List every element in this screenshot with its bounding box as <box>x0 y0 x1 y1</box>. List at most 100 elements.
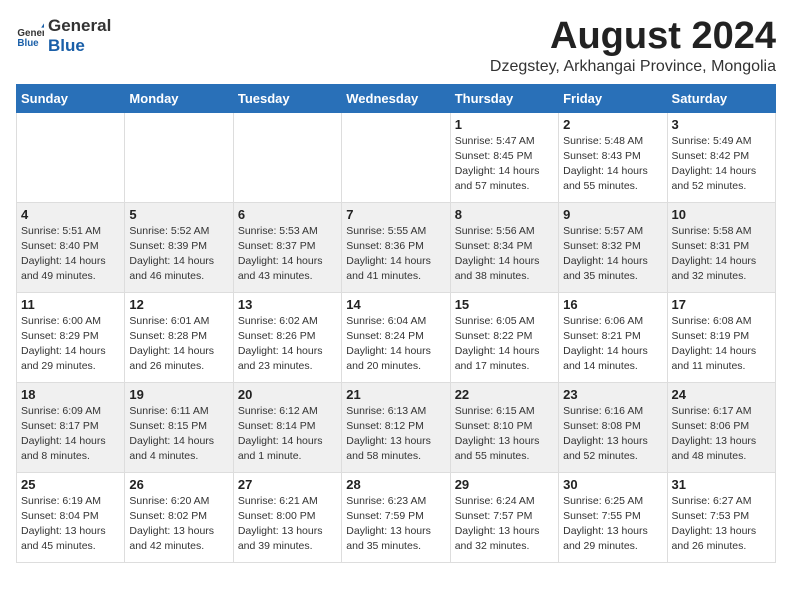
calendar-cell: 17 Sunrise: 6:08 AMSunset: 8:19 PMDayligh… <box>667 292 775 382</box>
logo: General Blue General Blue <box>16 16 111 55</box>
calendar-cell: 18Sunrise: 6:09 AMSunset: 8:17 PMDayligh… <box>17 382 125 472</box>
day-number: 7 <box>346 207 445 222</box>
calendar-cell: 12 Sunrise: 6:01 AMSunset: 8:28 PMDayligh… <box>125 292 233 382</box>
calendar-cell: 3 Sunrise: 5:49 AMSunset: 8:42 PMDaylight… <box>667 112 775 202</box>
day-number: 22 <box>455 387 554 402</box>
page-header: General Blue General Blue August 2024 Dz… <box>16 16 776 76</box>
day-number: 14 <box>346 297 445 312</box>
day-info: Sunrise: 6:19 AMSunset: 8:04 PMDaylight:… <box>21 494 120 555</box>
calendar-cell: 10Sunrise: 5:58 AMSunset: 8:31 PMDayligh… <box>667 202 775 292</box>
day-info: Sunrise: 6:11 AMSunset: 8:15 PMDaylight:… <box>129 404 228 465</box>
day-number: 16 <box>563 297 662 312</box>
day-info: Sunrise: 6:25 AMSunset: 7:55 PMDaylight:… <box>563 494 662 555</box>
day-header-tuesday: Tuesday <box>233 84 341 112</box>
calendar-week-row: 1Sunrise: 5:47 AMSunset: 8:45 PMDaylight… <box>17 112 776 202</box>
calendar-cell <box>125 112 233 202</box>
day-info: Sunrise: 5:53 AMSunset: 8:37 PMDaylight:… <box>238 224 337 285</box>
day-number: 17 <box>672 297 771 312</box>
day-number: 25 <box>21 477 120 492</box>
calendar-cell: 19 Sunrise: 6:11 AMSunset: 8:15 PMDayligh… <box>125 382 233 472</box>
day-number: 24 <box>672 387 771 402</box>
day-info: Sunrise: 6:01 AMSunset: 8:28 PMDaylight:… <box>129 314 228 375</box>
day-number: 21 <box>346 387 445 402</box>
day-info: Sunrise: 6:12 AMSunset: 8:14 PMDaylight:… <box>238 404 337 465</box>
location-subtitle: Dzegstey, Arkhangai Province, Mongolia <box>490 58 776 76</box>
calendar-cell <box>342 112 450 202</box>
day-info: Sunrise: 6:23 AMSunset: 7:59 PMDaylight:… <box>346 494 445 555</box>
calendar-cell: 26Sunrise: 6:20 AMSunset: 8:02 PMDayligh… <box>125 472 233 562</box>
general-blue-logo-icon: General Blue <box>16 22 44 50</box>
day-number: 15 <box>455 297 554 312</box>
day-number: 10 <box>672 207 771 222</box>
logo-blue-text: Blue <box>48 36 111 56</box>
calendar-cell: 24 Sunrise: 6:17 AMSunset: 8:06 PMDayligh… <box>667 382 775 472</box>
day-info: Sunrise: 6:06 AMSunset: 8:21 PMDaylight:… <box>563 314 662 375</box>
day-number: 1 <box>455 117 554 132</box>
day-info: Sunrise: 6:21 AMSunset: 8:00 PMDaylight:… <box>238 494 337 555</box>
day-number: 29 <box>455 477 554 492</box>
calendar-cell: 9Sunrise: 5:57 AMSunset: 8:32 PMDaylight… <box>559 202 667 292</box>
day-number: 5 <box>129 207 228 222</box>
calendar-cell: 23Sunrise: 6:16 AMSunset: 8:08 PMDayligh… <box>559 382 667 472</box>
calendar-body: 1Sunrise: 5:47 AMSunset: 8:45 PMDaylight… <box>17 112 776 562</box>
calendar-cell: 2Sunrise: 5:48 AMSunset: 8:43 PMDaylight… <box>559 112 667 202</box>
day-number: 27 <box>238 477 337 492</box>
calendar-cell: 4Sunrise: 5:51 AMSunset: 8:40 PMDaylight… <box>17 202 125 292</box>
day-header-wednesday: Wednesday <box>342 84 450 112</box>
day-info: Sunrise: 6:05 AMSunset: 8:22 PMDaylight:… <box>455 314 554 375</box>
day-info: Sunrise: 6:16 AMSunset: 8:08 PMDaylight:… <box>563 404 662 465</box>
calendar-cell: 21 Sunrise: 6:13 AMSunset: 8:12 PMDayligh… <box>342 382 450 472</box>
calendar-week-row: 25 Sunrise: 6:19 AMSunset: 8:04 PMDayligh… <box>17 472 776 562</box>
calendar-cell: 11Sunrise: 6:00 AMSunset: 8:29 PMDayligh… <box>17 292 125 382</box>
day-info: Sunrise: 6:24 AMSunset: 7:57 PMDaylight:… <box>455 494 554 555</box>
day-number: 4 <box>21 207 120 222</box>
day-number: 19 <box>129 387 228 402</box>
calendar-header: SundayMondayTuesdayWednesdayThursdayFrid… <box>17 84 776 112</box>
day-number: 12 <box>129 297 228 312</box>
day-number: 13 <box>238 297 337 312</box>
calendar-cell: 31 Sunrise: 6:27 AMSunset: 7:53 PMDayligh… <box>667 472 775 562</box>
title-block: August 2024 Dzegstey, Arkhangai Province… <box>490 16 776 76</box>
day-header-monday: Monday <box>125 84 233 112</box>
day-number: 20 <box>238 387 337 402</box>
day-info: Sunrise: 6:17 AMSunset: 8:06 PMDaylight:… <box>672 404 771 465</box>
day-number: 9 <box>563 207 662 222</box>
calendar-cell: 27 Sunrise: 6:21 AMSunset: 8:00 PMDayligh… <box>233 472 341 562</box>
calendar-cell: 28 Sunrise: 6:23 AMSunset: 7:59 PMDayligh… <box>342 472 450 562</box>
day-number: 6 <box>238 207 337 222</box>
day-number: 30 <box>563 477 662 492</box>
day-info: Sunrise: 6:02 AMSunset: 8:26 PMDaylight:… <box>238 314 337 375</box>
calendar-cell: 25 Sunrise: 6:19 AMSunset: 8:04 PMDayligh… <box>17 472 125 562</box>
day-info: Sunrise: 6:27 AMSunset: 7:53 PMDaylight:… <box>672 494 771 555</box>
day-number: 8 <box>455 207 554 222</box>
calendar-table: SundayMondayTuesdayWednesdayThursdayFrid… <box>16 84 776 563</box>
calendar-week-row: 18Sunrise: 6:09 AMSunset: 8:17 PMDayligh… <box>17 382 776 472</box>
day-number: 11 <box>21 297 120 312</box>
day-info: Sunrise: 6:04 AMSunset: 8:24 PMDaylight:… <box>346 314 445 375</box>
month-year-title: August 2024 <box>490 16 776 58</box>
calendar-cell: 1Sunrise: 5:47 AMSunset: 8:45 PMDaylight… <box>450 112 558 202</box>
day-header-saturday: Saturday <box>667 84 775 112</box>
calendar-cell: 30 Sunrise: 6:25 AMSunset: 7:55 PMDayligh… <box>559 472 667 562</box>
calendar-cell: 15 Sunrise: 6:05 AMSunset: 8:22 PMDayligh… <box>450 292 558 382</box>
calendar-cell: 8Sunrise: 5:56 AMSunset: 8:34 PMDaylight… <box>450 202 558 292</box>
calendar-cell: 22Sunrise: 6:15 AMSunset: 8:10 PMDayligh… <box>450 382 558 472</box>
day-number: 3 <box>672 117 771 132</box>
day-info: Sunrise: 5:55 AMSunset: 8:36 PMDaylight:… <box>346 224 445 285</box>
day-info: Sunrise: 5:52 AMSunset: 8:39 PMDaylight:… <box>129 224 228 285</box>
day-info: Sunrise: 6:13 AMSunset: 8:12 PMDaylight:… <box>346 404 445 465</box>
day-number: 26 <box>129 477 228 492</box>
calendar-week-row: 11Sunrise: 6:00 AMSunset: 8:29 PMDayligh… <box>17 292 776 382</box>
calendar-week-row: 4Sunrise: 5:51 AMSunset: 8:40 PMDaylight… <box>17 202 776 292</box>
day-info: Sunrise: 6:08 AMSunset: 8:19 PMDaylight:… <box>672 314 771 375</box>
day-info: Sunrise: 5:49 AMSunset: 8:42 PMDaylight:… <box>672 134 771 195</box>
calendar-cell <box>233 112 341 202</box>
logo-general-text: General <box>48 16 111 36</box>
calendar-cell <box>17 112 125 202</box>
calendar-cell: 16 Sunrise: 6:06 AMSunset: 8:21 PMDayligh… <box>559 292 667 382</box>
day-number: 31 <box>672 477 771 492</box>
day-number: 28 <box>346 477 445 492</box>
day-header-friday: Friday <box>559 84 667 112</box>
days-of-week-row: SundayMondayTuesdayWednesdayThursdayFrid… <box>17 84 776 112</box>
calendar-cell: 5 Sunrise: 5:52 AMSunset: 8:39 PMDaylight… <box>125 202 233 292</box>
